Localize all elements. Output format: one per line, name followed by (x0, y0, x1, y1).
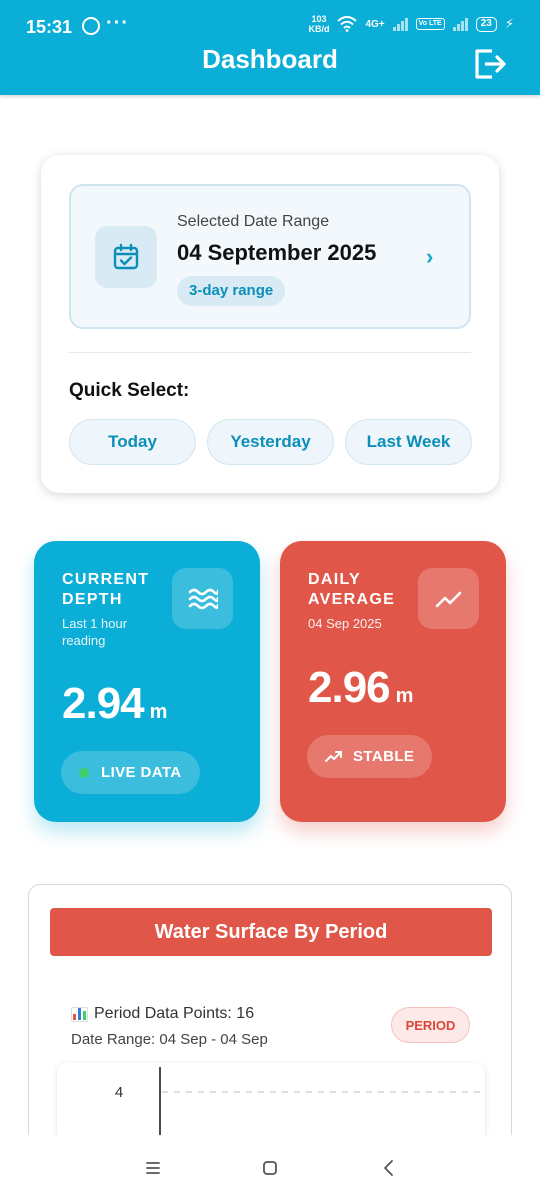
current-depth-unit: m (149, 701, 168, 723)
system-nav-bar (0, 1135, 540, 1200)
menu-icon[interactable] (139, 1154, 167, 1182)
quick-select-today-button[interactable]: Today (69, 419, 196, 465)
date-range-selector[interactable]: Selected Date Range 04 September 2025 3-… (69, 184, 471, 329)
status-time: 15:31 (26, 17, 73, 37)
quick-select-yesterday-button[interactable]: Yesterday (207, 419, 334, 465)
app-header: 15:31 ··· 103 KB/d 4G+ Vo LTE 23 ⚡ Dashb… (0, 0, 540, 95)
stable-label: STABLE (353, 748, 415, 765)
current-depth-value: 2.94 (62, 679, 145, 728)
divider (69, 352, 471, 353)
network-type: 4G+ (365, 18, 385, 30)
trend-up-small-icon (325, 750, 342, 762)
current-depth-icon-box (172, 568, 233, 629)
daily-average-value: 2.96 (308, 663, 391, 712)
whatsapp-icon (82, 17, 100, 35)
waves-icon (188, 588, 218, 609)
period-data-points: Period Data Points: 16 (71, 1005, 254, 1023)
daily-average-card: DAILY AVERAGE 04 Sep 2025 2.96 m STABLE (280, 541, 506, 822)
quick-select-last-week-button[interactable]: Last Week (345, 419, 472, 465)
current-depth-title: CURRENT DEPTH (62, 571, 150, 608)
date-range-card: Selected Date Range 04 September 2025 3-… (41, 155, 499, 493)
signal-icon-2 (452, 17, 468, 31)
more-notifications-icon: ··· (106, 12, 129, 34)
wifi-icon (337, 16, 358, 32)
network-speed: 103 KB/d (308, 14, 330, 34)
bar-chart-icon (71, 1006, 88, 1022)
current-depth-reading: 2.94 m (62, 679, 167, 729)
range-length-chip: 3-day range (177, 276, 286, 306)
daily-average-unit: m (395, 685, 414, 707)
y-tick-label: 4 (115, 1084, 123, 1101)
chart-date-range: Date Range: 04 Sep - 04 Sep (71, 1031, 268, 1048)
daily-average-title: DAILY AVERAGE (308, 571, 396, 608)
live-data-label: LIVE DATA (101, 764, 182, 781)
current-depth-card: CURRENT DEPTH Last 1 hour reading 2.94 m … (34, 541, 260, 822)
daily-average-icon-box (418, 568, 479, 629)
current-depth-subtitle: Last 1 hour reading (62, 616, 128, 648)
page-title: Dashboard (202, 44, 338, 74)
status-bar: 15:31 ··· 103 KB/d 4G+ Vo LTE 23 ⚡ (0, 0, 540, 50)
volte-badge: Vo LTE (415, 18, 445, 30)
live-status-dot (79, 767, 89, 778)
trend-up-icon (435, 591, 461, 607)
period-badge: PERIOD (391, 1007, 470, 1043)
chart-banner-title: Water Surface By Period (50, 908, 492, 956)
battery-level: 23 (475, 16, 497, 32)
live-data-badge: LIVE DATA (61, 751, 200, 794)
logout-icon[interactable] (472, 47, 506, 81)
date-range-value: 04 September 2025 (177, 240, 377, 265)
signal-icon (392, 17, 408, 31)
calendar-icon-box (95, 226, 157, 288)
chevron-right-icon: › (426, 244, 434, 269)
quick-select-label: Quick Select: (69, 380, 190, 401)
stable-badge: STABLE (307, 735, 433, 778)
date-range-label: Selected Date Range (177, 213, 330, 230)
home-icon[interactable] (256, 1154, 284, 1182)
charging-icon: ⚡ (504, 16, 514, 31)
period-data-points-label: Period Data Points: 16 (94, 1005, 255, 1022)
daily-average-reading: 2.96 m (308, 663, 413, 713)
status-icons: 103 KB/d 4G+ Vo LTE 23 ⚡ (308, 14, 514, 34)
daily-average-subtitle: 04 Sep 2025 (308, 616, 382, 631)
calendar-check-icon (113, 243, 139, 270)
back-icon[interactable] (375, 1154, 403, 1182)
